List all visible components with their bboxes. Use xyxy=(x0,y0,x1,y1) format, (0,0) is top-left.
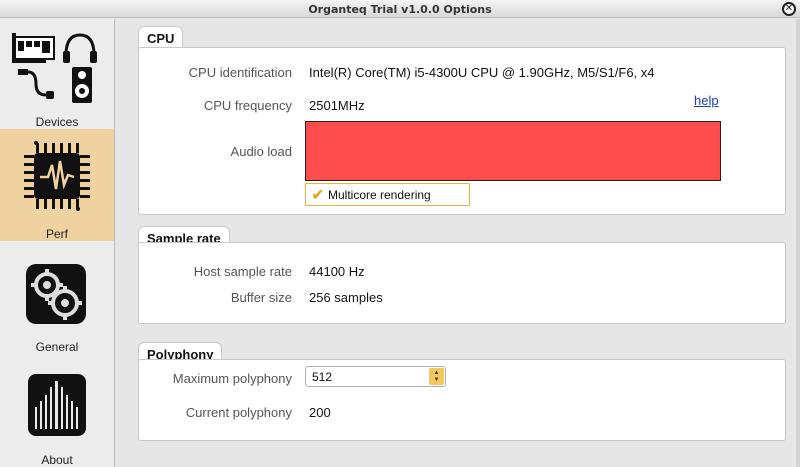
cpu-identification-label: CPU identification xyxy=(188,65,292,80)
cpu-identification-value: Intel(R) Core(TM) i5-4300U CPU @ 1.90GHz… xyxy=(309,65,655,80)
close-button[interactable]: ✕ xyxy=(782,2,796,16)
current-polyphony-value: 200 xyxy=(309,405,331,420)
sidebar-item-label: About xyxy=(41,453,73,467)
buffer-size-label: Buffer size xyxy=(230,290,292,305)
current-polyphony-label: Current polyphony xyxy=(185,405,292,420)
maximum-polyphony-label: Maximum polyphony xyxy=(172,371,292,386)
host-sample-rate-value: 44100 Hz xyxy=(309,264,365,279)
sample-rate-panel xyxy=(138,242,786,324)
sidebar-item-label: General xyxy=(35,340,79,354)
close-icon: ✕ xyxy=(784,3,794,14)
cpu-section-tab: CPU xyxy=(138,26,184,48)
sidebar: Devices Perf General About xyxy=(0,19,115,467)
maximum-polyphony-select[interactable]: 512 ▲ ▼ xyxy=(305,366,446,387)
cpu-frequency-value: 2501MHz xyxy=(309,98,365,113)
sidebar-item-label: Perf xyxy=(45,227,68,241)
window-title: Organteq Trial v1.0.0 Options xyxy=(308,3,492,16)
audio-load-label: Audio load xyxy=(230,144,292,159)
audio-load-fill xyxy=(306,122,720,180)
maximum-polyphony-value: 512 xyxy=(312,370,333,384)
multicore-rendering-checkbox[interactable]: ✔ Multicore rendering xyxy=(305,183,470,206)
updown-arrows-icon: ▲ ▼ xyxy=(429,368,444,385)
multicore-rendering-label: Multicore rendering xyxy=(328,187,431,202)
sidebar-item-label: Devices xyxy=(35,115,79,129)
window-right-edge xyxy=(796,19,800,467)
host-sample-rate-label: Host sample rate xyxy=(193,264,292,279)
cpu-frequency-label: CPU frequency xyxy=(203,98,292,113)
checkmark-icon: ✔ xyxy=(311,186,325,204)
audio-load-meter xyxy=(305,121,721,181)
title-bar: Organteq Trial v1.0.0 Options ✕ xyxy=(0,0,800,18)
help-link[interactable]: help xyxy=(694,93,719,108)
buffer-size-value: 256 samples xyxy=(309,290,383,305)
